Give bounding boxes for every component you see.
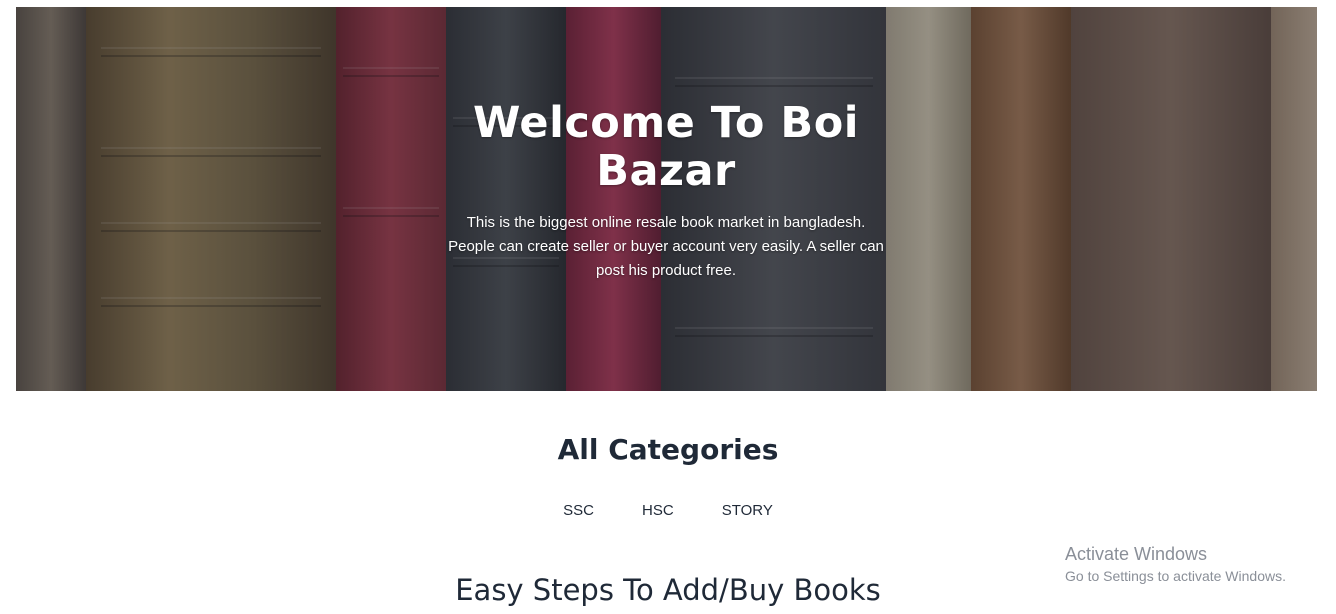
category-link-story[interactable]: STORY: [722, 502, 773, 519]
hero-banner: Welcome To Boi Bazar This is the biggest…: [16, 7, 1317, 391]
activate-windows-subtitle: Go to Settings to activate Windows.: [1065, 568, 1286, 584]
category-item-hsc: HSC: [642, 500, 674, 522]
hero-content: Welcome To Boi Bazar This is the biggest…: [446, 99, 886, 283]
hero-description: This is the biggest online resale book m…: [448, 214, 884, 279]
category-link-ssc[interactable]: SSC: [563, 502, 594, 519]
category-list: SSC HSC STORY: [0, 500, 1336, 522]
category-link-hsc[interactable]: HSC: [642, 502, 674, 519]
category-item-story: STORY: [722, 500, 773, 522]
hero-title: Welcome To Boi Bazar: [473, 98, 859, 196]
activate-windows-watermark: Activate Windows Go to Settings to activ…: [1065, 543, 1286, 587]
category-item-ssc: SSC: [563, 500, 594, 522]
categories-heading: All Categories: [557, 433, 779, 466]
activate-windows-title: Activate Windows: [1065, 544, 1208, 564]
